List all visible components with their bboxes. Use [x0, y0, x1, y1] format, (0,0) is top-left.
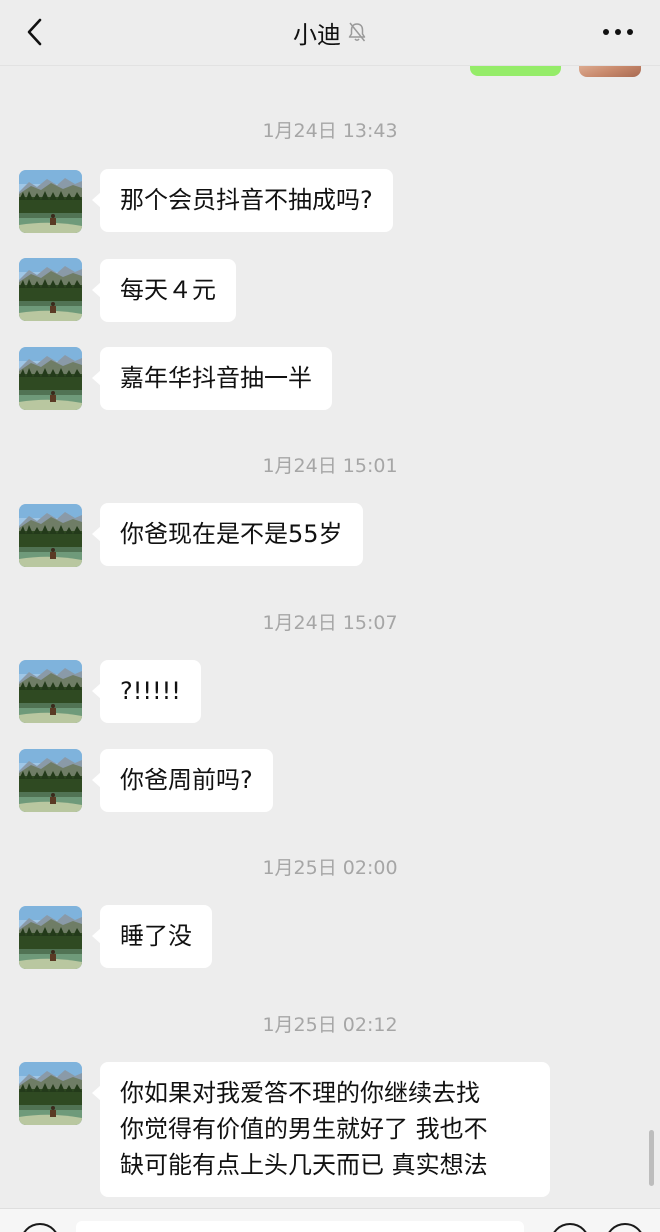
- landscape-avatar-image: [19, 660, 82, 723]
- chat-title-area[interactable]: 小迪: [0, 14, 660, 50]
- plus-button[interactable]: [605, 1223, 645, 1232]
- contact-avatar[interactable]: [19, 906, 82, 969]
- landscape-avatar-image: [19, 258, 82, 321]
- message-input[interactable]: [76, 1221, 524, 1232]
- incoming-message-bubble[interactable]: 嘉年华抖音抽一半: [92, 347, 332, 410]
- contact-avatar[interactable]: [19, 1062, 82, 1125]
- incoming-message-bubble[interactable]: 你爸周前吗?: [92, 749, 273, 812]
- input-bar: [0, 1208, 660, 1232]
- contact-avatar[interactable]: [19, 347, 82, 410]
- message-timestamp: 1月24日 15:07: [262, 612, 398, 634]
- incoming-message-bubble[interactable]: ?!!!!!: [92, 660, 201, 723]
- voice-button[interactable]: [20, 1223, 60, 1232]
- more-options-button[interactable]: [598, 14, 638, 50]
- message-line: 缺可能有点上头几天而已 真实想法: [120, 1151, 488, 1179]
- incoming-message-bubble[interactable]: 你爸现在是不是55岁: [92, 503, 363, 566]
- landscape-avatar-image: [19, 504, 82, 567]
- message-line: 你如果对我爱答不理的你继续去找: [120, 1079, 480, 1107]
- message-timestamp: 1月24日 13:43: [262, 120, 398, 142]
- ellipsis-icon: [603, 29, 633, 35]
- message-timestamp: 1月24日 15:01: [262, 455, 398, 477]
- incoming-message-bubble[interactable]: 你如果对我爱答不理的你继续去找 你觉得有价值的男生就好了 我也不 缺可能有点上头…: [92, 1062, 550, 1197]
- message-timestamp: 1月25日 02:00: [262, 857, 398, 879]
- contact-avatar[interactable]: [19, 749, 82, 812]
- landscape-avatar-image: [19, 906, 82, 969]
- emoji-button[interactable]: [550, 1223, 590, 1232]
- landscape-avatar-image: [19, 1062, 82, 1125]
- contact-avatar[interactable]: [19, 660, 82, 723]
- scrollbar[interactable]: [649, 1130, 654, 1186]
- incoming-message-bubble[interactable]: 睡了没: [92, 905, 212, 968]
- incoming-message-bubble[interactable]: 那个会员抖音不抽成吗?: [92, 169, 393, 232]
- contact-avatar[interactable]: [19, 170, 82, 233]
- landscape-avatar-image: [19, 749, 82, 812]
- bell-muted-icon: [348, 22, 366, 42]
- contact-avatar[interactable]: [19, 258, 82, 321]
- landscape-avatar-image: [19, 347, 82, 410]
- chat-title: 小迪: [293, 20, 341, 49]
- landscape-avatar-image: [19, 170, 82, 233]
- contact-avatar[interactable]: [19, 504, 82, 567]
- message-line: 你觉得有价值的男生就好了 我也不: [120, 1115, 488, 1143]
- message-timestamp: 1月25日 02:12: [262, 1014, 398, 1036]
- incoming-message-bubble[interactable]: 每天４元: [92, 259, 236, 322]
- chat-header: 小迪: [0, 0, 660, 66]
